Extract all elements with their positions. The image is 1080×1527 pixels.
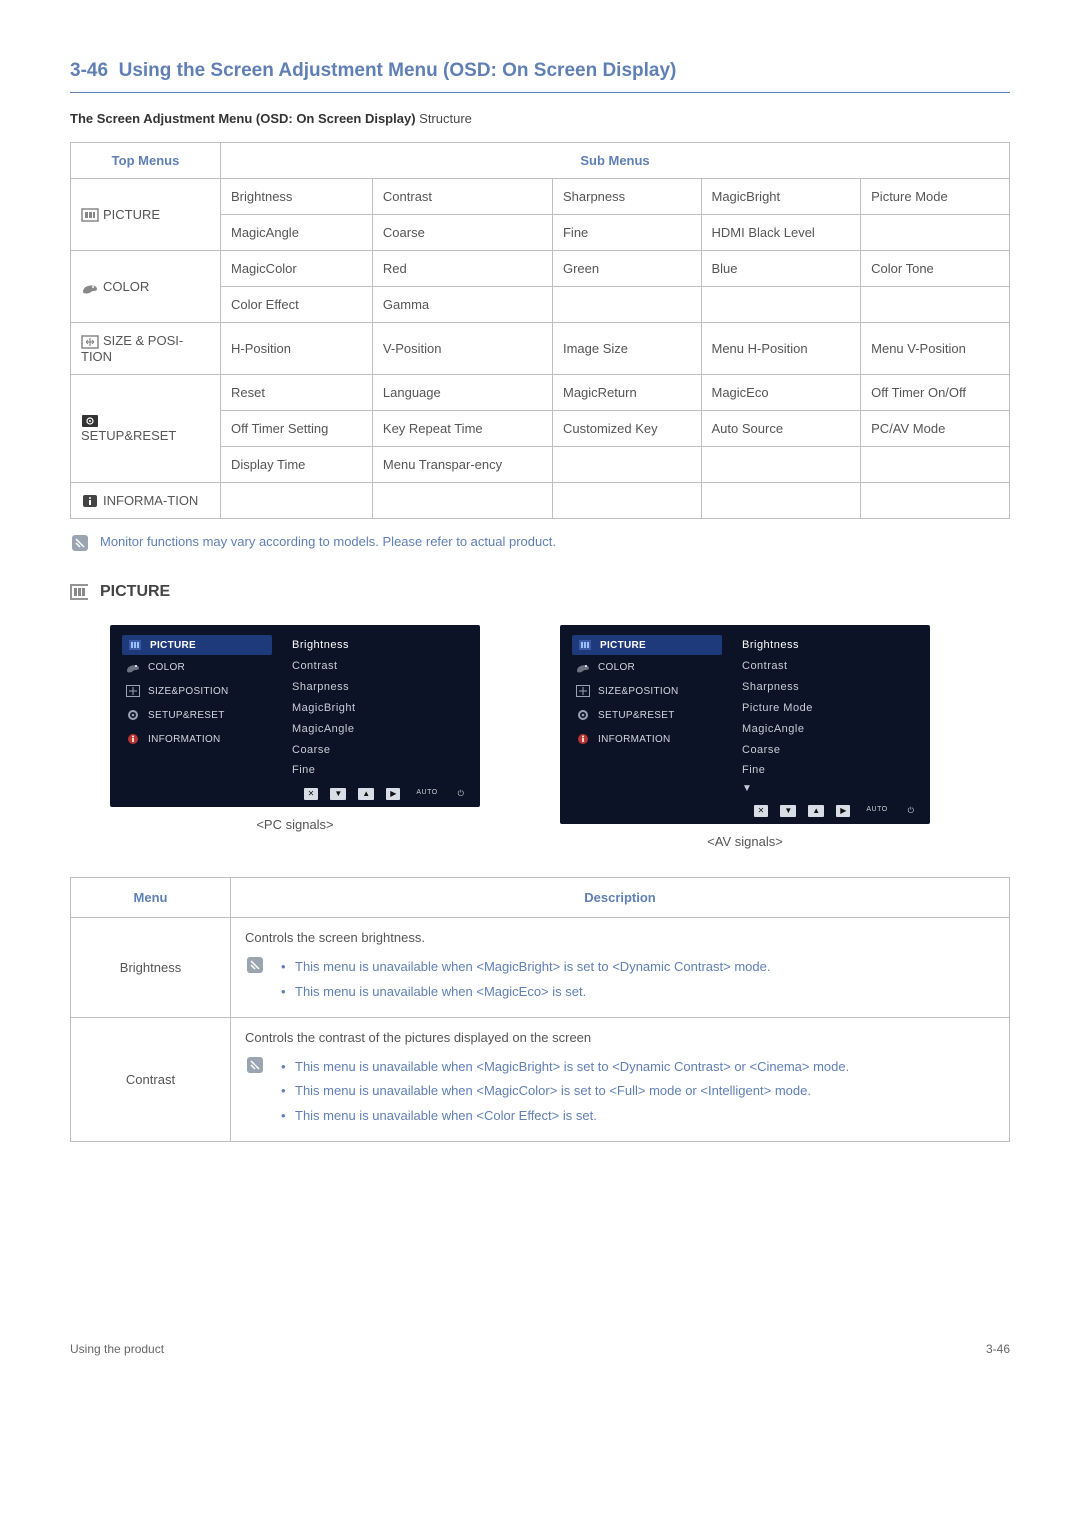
- note-icon: [245, 955, 265, 975]
- osd-screenshots: PICTURE COLOR SIZE&POSITION SETUP&RESET …: [110, 625, 1010, 849]
- osd-right-list-pc: Brightness Contrast Sharpness MagicBrigh…: [292, 635, 468, 781]
- osd-bottom-bar: ✕ ▼ ▲ ▶ AUTO ⏻: [122, 785, 468, 803]
- chevron-down-icon: ▼: [742, 779, 918, 798]
- picture-heading: PICTURE: [70, 583, 1010, 601]
- section-heading: Using the Screen Adjustment Menu (OSD: O…: [119, 60, 677, 81]
- section-number: 3-46: [70, 60, 108, 81]
- desc-contrast: Controls the contrast of the pictures di…: [231, 1017, 1010, 1141]
- down-icon: ▼: [780, 805, 796, 817]
- right-icon: ▶: [836, 805, 850, 817]
- power-icon: ⏻: [904, 805, 918, 817]
- note-icon: [70, 533, 90, 553]
- osd-item-sizeposition: SIZE&POSITION: [572, 679, 722, 703]
- structure-table: Top Menus Sub Menus PICTURE Brightness C…: [70, 142, 1010, 519]
- topmenu-information: INFORMA-TION: [71, 482, 221, 519]
- th-menu: Menu: [71, 878, 231, 918]
- osd-left-menu: PICTURE COLOR SIZE&POSITION SETUP&RESET …: [122, 635, 272, 781]
- osd-item-setupreset: SETUP&RESET: [572, 703, 722, 727]
- auto-label: AUTO: [412, 788, 441, 800]
- footer-right: 3-46: [986, 1342, 1010, 1356]
- osd-pc: PICTURE COLOR SIZE&POSITION SETUP&RESET …: [110, 625, 480, 807]
- topmenu-sizeposition: SIZE & POSI-TION: [71, 323, 221, 375]
- sizeposition-icon: [81, 335, 99, 349]
- osd-item-color: COLOR: [122, 655, 272, 679]
- right-icon: ▶: [386, 788, 400, 800]
- page-footer: Using the product 3-46: [70, 1342, 1010, 1356]
- power-icon: ⏻: [454, 788, 468, 800]
- osd-caption-pc: <PC signals>: [256, 817, 333, 832]
- osd-left-menu-av: PICTURE COLOR SIZE&POSITION SETUP&RESET …: [572, 635, 722, 798]
- topmenu-picture: PICTURE: [71, 179, 221, 251]
- close-icon: ✕: [754, 805, 769, 817]
- section-title: 3-46 Using the Screen Adjustment Menu (O…: [70, 60, 1010, 93]
- desc-brightness: Controls the screen brightness. This men…: [231, 918, 1010, 1017]
- close-icon: ✕: [304, 788, 319, 800]
- menu-contrast: Contrast: [71, 1017, 231, 1141]
- th-sub-menus: Sub Menus: [221, 143, 1010, 179]
- picture-icon: [81, 208, 99, 222]
- osd-item-information: INFORMATION: [122, 727, 272, 751]
- information-icon: [81, 494, 99, 508]
- osd-item-information: INFORMATION: [572, 727, 722, 751]
- up-icon: ▲: [358, 788, 374, 800]
- description-table: Menu Description Brightness Controls the…: [70, 877, 1010, 1141]
- osd-item-setupreset: SETUP&RESET: [122, 703, 272, 727]
- osd-item-sizeposition: SIZE&POSITION: [122, 679, 272, 703]
- setupreset-icon: [81, 414, 99, 428]
- auto-label: AUTO: [862, 805, 891, 817]
- down-icon: ▼: [330, 788, 346, 800]
- color-icon: [81, 280, 99, 294]
- osd-caption-av: <AV signals>: [707, 834, 783, 849]
- osd-item-picture: PICTURE: [572, 635, 722, 655]
- structure-subtitle: The Screen Adjustment Menu (OSD: On Scre…: [70, 111, 1010, 126]
- note-icon: [245, 1055, 265, 1075]
- topmenu-setupreset: SETUP&RESET: [71, 374, 221, 482]
- osd-av: PICTURE COLOR SIZE&POSITION SETUP&RESET …: [560, 625, 930, 824]
- th-description: Description: [231, 878, 1010, 918]
- osd-item-picture: PICTURE: [122, 635, 272, 655]
- osd-bottom-bar: ✕ ▼ ▲ ▶ AUTO ⏻: [572, 802, 918, 820]
- topmenu-color: COLOR: [71, 251, 221, 323]
- osd-item-color: COLOR: [572, 655, 722, 679]
- menu-brightness: Brightness: [71, 918, 231, 1017]
- osd-right-list-av: Brightness Contrast Sharpness Picture Mo…: [742, 635, 918, 798]
- structure-note: Monitor functions may vary according to …: [70, 533, 1010, 553]
- picture-icon: [70, 585, 88, 599]
- footer-left: Using the product: [70, 1342, 164, 1356]
- up-icon: ▲: [808, 805, 824, 817]
- th-top-menus: Top Menus: [71, 143, 221, 179]
